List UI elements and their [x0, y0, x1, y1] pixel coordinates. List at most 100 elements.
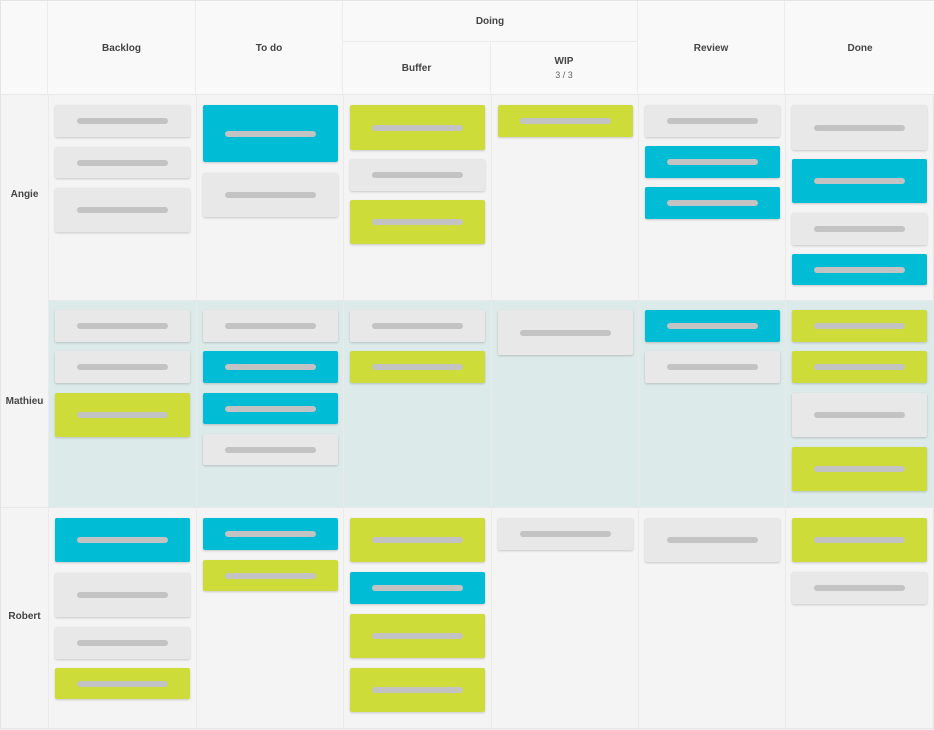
card-green[interactable]: [792, 351, 927, 383]
card-green[interactable]: [350, 200, 485, 244]
card-title-placeholder: [77, 118, 168, 124]
column-title: Backlog: [102, 43, 141, 54]
column-header-done[interactable]: Done: [785, 1, 934, 94]
card-grey[interactable]: [55, 310, 190, 342]
card-title-placeholder: [667, 159, 758, 165]
card-title-placeholder: [372, 537, 463, 543]
card-title-placeholder: [77, 364, 168, 370]
card-green[interactable]: [498, 105, 633, 137]
card-grey[interactable]: [645, 518, 780, 562]
card-grey[interactable]: [792, 572, 927, 604]
kanban-board: Backlog To do Doing Buffer WIP 3 / 3 Revi…: [0, 0, 934, 729]
card-grey[interactable]: [203, 173, 338, 217]
card-title-placeholder: [667, 200, 758, 206]
card-title-placeholder: [520, 531, 611, 537]
card-title-placeholder: [225, 130, 316, 137]
card-title-placeholder: [225, 192, 316, 198]
column-title: Review: [693, 43, 729, 54]
card-grey[interactable]: [55, 105, 190, 137]
card-green[interactable]: [203, 560, 338, 591]
card-title-placeholder: [667, 118, 758, 124]
card-title-placeholder: [372, 172, 463, 178]
card-title-placeholder: [814, 226, 905, 232]
column-header-wip[interactable]: WIP 3 / 3: [491, 42, 638, 94]
card-grey[interactable]: [350, 310, 485, 342]
card-blue[interactable]: [203, 393, 338, 424]
card-green[interactable]: [55, 393, 190, 437]
card-green[interactable]: [350, 105, 485, 150]
card-blue[interactable]: [350, 572, 485, 604]
card-title-placeholder: [225, 572, 316, 579]
column-title: To do: [255, 43, 283, 54]
card-green[interactable]: [792, 310, 927, 342]
card-title-placeholder: [372, 219, 463, 225]
column-header-doing[interactable]: Doing: [343, 1, 638, 42]
card-title-placeholder: [77, 159, 168, 166]
card-title-placeholder: [77, 640, 168, 646]
card-blue[interactable]: [645, 310, 780, 342]
card-grey[interactable]: [55, 147, 190, 178]
card-blue[interactable]: [203, 518, 338, 550]
card-title-placeholder: [520, 118, 611, 124]
card-green[interactable]: [350, 518, 485, 562]
column-header-buffer[interactable]: Buffer: [343, 42, 491, 94]
card-grey[interactable]: [55, 188, 190, 232]
card-grey[interactable]: [792, 393, 927, 437]
card-title-placeholder: [814, 178, 905, 184]
swimlane-label: Angie: [10, 189, 39, 200]
card-blue[interactable]: [55, 518, 190, 562]
card-blue[interactable]: [203, 351, 338, 383]
card-title-placeholder: [225, 531, 316, 537]
card-grey[interactable]: [203, 310, 338, 342]
card-blue[interactable]: [203, 105, 338, 162]
column-title: Done: [847, 43, 873, 54]
card-blue[interactable]: [645, 187, 780, 219]
card-grey[interactable]: [55, 573, 190, 617]
card-blue[interactable]: [792, 254, 927, 285]
column-divider: [48, 94, 49, 728]
column-title: Doing: [475, 16, 505, 27]
card-title-placeholder: [814, 323, 905, 329]
card-title-placeholder: [77, 412, 168, 418]
column-header-backlog[interactable]: Backlog: [48, 1, 196, 94]
card-title-placeholder: [372, 633, 463, 639]
wip-limit: 3 / 3: [555, 70, 573, 80]
column-title: WIP: [554, 56, 574, 67]
card-title-placeholder: [520, 329, 611, 336]
card-grey[interactable]: [203, 434, 338, 465]
column-divider: [196, 94, 197, 728]
card-title-placeholder: [814, 466, 905, 472]
card-title-placeholder: [372, 124, 463, 131]
card-green[interactable]: [350, 668, 485, 712]
card-title-placeholder: [77, 207, 168, 213]
card-title-placeholder: [372, 364, 463, 370]
card-grey[interactable]: [55, 351, 190, 383]
card-grey[interactable]: [792, 105, 927, 150]
card-grey[interactable]: [498, 310, 633, 355]
card-grey[interactable]: [55, 627, 190, 659]
swimlane-label: Robert: [8, 610, 41, 622]
card-green[interactable]: [350, 351, 485, 383]
card-title-placeholder: [225, 323, 316, 329]
card-green[interactable]: [55, 668, 190, 699]
card-title-placeholder: [77, 323, 168, 329]
column-divider: [343, 94, 344, 728]
card-title-placeholder: [814, 537, 905, 543]
card-title-placeholder: [77, 680, 168, 687]
card-title-placeholder: [814, 585, 905, 591]
card-grey[interactable]: [792, 213, 927, 245]
card-green[interactable]: [350, 614, 485, 658]
card-blue[interactable]: [792, 159, 927, 203]
card-blue[interactable]: [645, 146, 780, 178]
column-header-todo[interactable]: To do: [196, 1, 343, 94]
column-divider: [785, 94, 786, 728]
card-green[interactable]: [792, 447, 927, 491]
column-header-review[interactable]: Review: [638, 1, 785, 94]
card-grey[interactable]: [350, 159, 485, 191]
card-grey[interactable]: [498, 518, 633, 550]
card-title-placeholder: [77, 592, 168, 598]
card-green[interactable]: [792, 518, 927, 562]
card-grey[interactable]: [645, 351, 780, 383]
card-grey[interactable]: [645, 105, 780, 137]
card-title-placeholder: [372, 585, 463, 591]
